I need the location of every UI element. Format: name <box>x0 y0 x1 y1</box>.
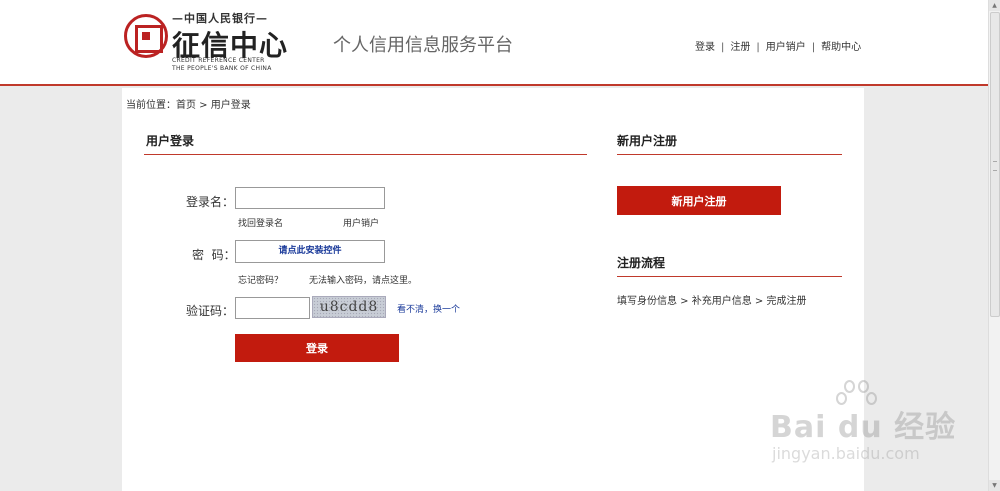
logo-english-line1: CREDIT REFERENCE CENTER <box>172 57 265 64</box>
nav-help-link[interactable]: 帮助中心 <box>821 42 861 53</box>
site-header: —中国人民银行— 征信中心 CREDIT REFERENCE CENTER TH… <box>0 0 988 86</box>
nav-separator: | <box>811 42 816 53</box>
captcha-image[interactable]: u8cdd8 <box>312 296 386 318</box>
scroll-up-arrow-icon[interactable]: ▲ <box>989 0 1000 11</box>
forgot-password-link[interactable]: 忘记密码？ <box>238 273 283 286</box>
watermark-brand: Bai du 经验 <box>770 410 957 445</box>
find-username-link[interactable]: 找回登录名 <box>238 216 283 229</box>
password-label: 密 码： <box>192 248 236 262</box>
nav-register-link[interactable]: 注册 <box>730 42 750 53</box>
login-section-divider <box>144 154 587 155</box>
breadcrumb-home-link[interactable]: 首页 <box>176 100 196 111</box>
captcha-label: 验证码： <box>186 304 235 318</box>
captcha-image-text: u8cdd8 <box>319 299 379 315</box>
register-section-divider <box>617 154 842 155</box>
scroll-down-arrow-icon[interactable]: ▼ <box>989 480 1000 491</box>
new-user-register-button[interactable]: 新用户注册 <box>617 186 781 215</box>
scroll-thumb[interactable] <box>990 12 1000 317</box>
logo-english-line2: THE PEOPLE'S BANK OF CHINA <box>172 65 272 72</box>
breadcrumb-current: 用户登录 <box>210 100 251 111</box>
deregister-link[interactable]: 用户销户 <box>343 216 379 229</box>
login-submit-button[interactable]: 登录 <box>235 334 399 362</box>
top-nav: 登录 | 注册 | 用户销户 | 帮助中心 <box>695 38 861 53</box>
register-section-title: 新用户注册 <box>617 134 678 148</box>
registration-steps: 填写身份信息 > 补充用户信息 > 完成注册 <box>617 296 807 307</box>
captcha-input[interactable] <box>235 297 310 319</box>
nav-login-link[interactable]: 登录 <box>695 42 715 53</box>
refresh-captcha-link[interactable]: 看不清，换一个 <box>397 302 460 315</box>
login-section-title: 用户登录 <box>146 134 195 148</box>
nav-separator: | <box>756 42 760 53</box>
cannot-input-password-link[interactable]: 无法输入密码，请点这里。 <box>309 273 417 286</box>
main-content: 当前位置：首页 > 用户登录 用户登录 登录名： 找回登录名 用户销户 密 码：… <box>122 88 864 491</box>
nav-deregister-link[interactable]: 用户销户 <box>766 42 806 53</box>
credit-center-logo[interactable]: —中国人民银行— 征信中心 CREDIT REFERENCE CENTER TH… <box>124 10 287 72</box>
process-section-title: 注册流程 <box>617 256 666 270</box>
breadcrumb-separator: > <box>196 100 211 111</box>
breadcrumb: 当前位置：首页 > 用户登录 <box>126 96 251 111</box>
watermark-url: jingyan.baidu.com <box>772 444 920 463</box>
process-section-divider <box>617 276 842 277</box>
baidu-jingyan-watermark: Bai du 经验 jingyan.baidu.com <box>770 380 970 470</box>
breadcrumb-prefix: 当前位置： <box>126 100 176 111</box>
nav-separator: | <box>721 42 725 53</box>
seal-icon <box>124 14 168 58</box>
install-plugin-button[interactable]: 请点此安装控件 <box>235 240 385 263</box>
username-label: 登录名： <box>186 195 235 209</box>
site-title: 个人信用信息服务平台 <box>333 35 513 56</box>
username-input[interactable] <box>235 187 385 209</box>
vertical-scrollbar[interactable]: ▲ ▼ <box>988 0 1000 491</box>
